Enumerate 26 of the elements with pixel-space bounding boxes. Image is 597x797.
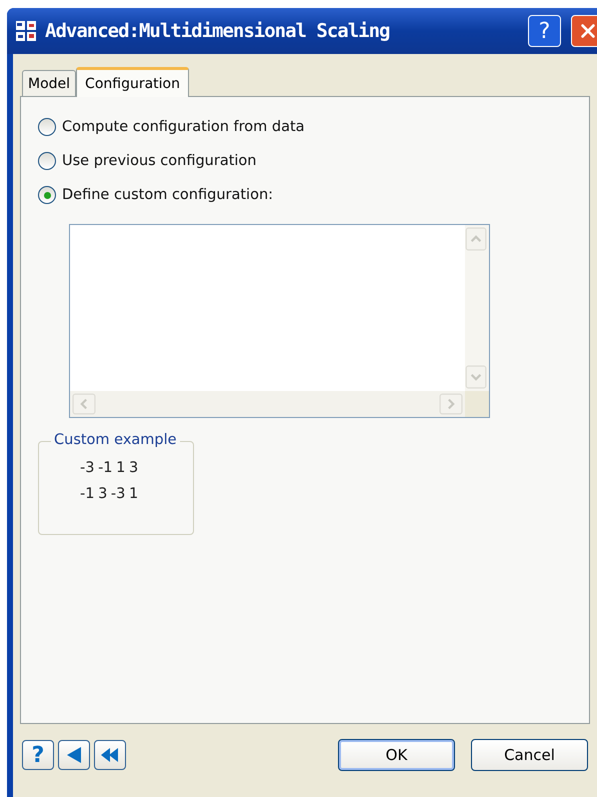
- example-text: -3 -1 1 3: [80, 460, 140, 476]
- radio-button[interactable]: [38, 186, 56, 204]
- scrollbar-corner: [465, 391, 489, 417]
- vertical-scrollbar[interactable]: [465, 225, 489, 391]
- double-triangle-left-icon: [100, 745, 120, 765]
- example-text: -1 3 -3 1: [80, 486, 140, 502]
- radio-label[interactable]: Define custom configuration:: [62, 187, 274, 203]
- group-title: Custom example: [51, 432, 180, 448]
- radio-button[interactable]: [38, 152, 56, 170]
- tab[interactable]: Model: [22, 70, 76, 96]
- rewind-button[interactable]: [94, 740, 126, 770]
- help-button[interactable]: ?: [22, 740, 54, 770]
- radio-label[interactable]: Use previous configuration: [62, 153, 256, 169]
- dialog-button[interactable]: Cancel: [471, 739, 588, 771]
- tab[interactable]: Configuration: [76, 67, 189, 97]
- close-button[interactable]: [571, 15, 597, 47]
- radio-label[interactable]: Compute configuration from data: [62, 119, 305, 135]
- help-button[interactable]: ?: [528, 15, 561, 47]
- radio-button[interactable]: [38, 118, 56, 136]
- text-area[interactable]: [69, 224, 490, 418]
- close-icon: [578, 22, 596, 40]
- back-button[interactable]: [58, 740, 90, 770]
- grid-icon: [15, 20, 37, 42]
- window-title: Advanced:Multidimensional Scaling: [45, 20, 390, 42]
- dialog-button[interactable]: OK: [338, 739, 455, 771]
- horizontal-scrollbar[interactable]: [70, 391, 465, 417]
